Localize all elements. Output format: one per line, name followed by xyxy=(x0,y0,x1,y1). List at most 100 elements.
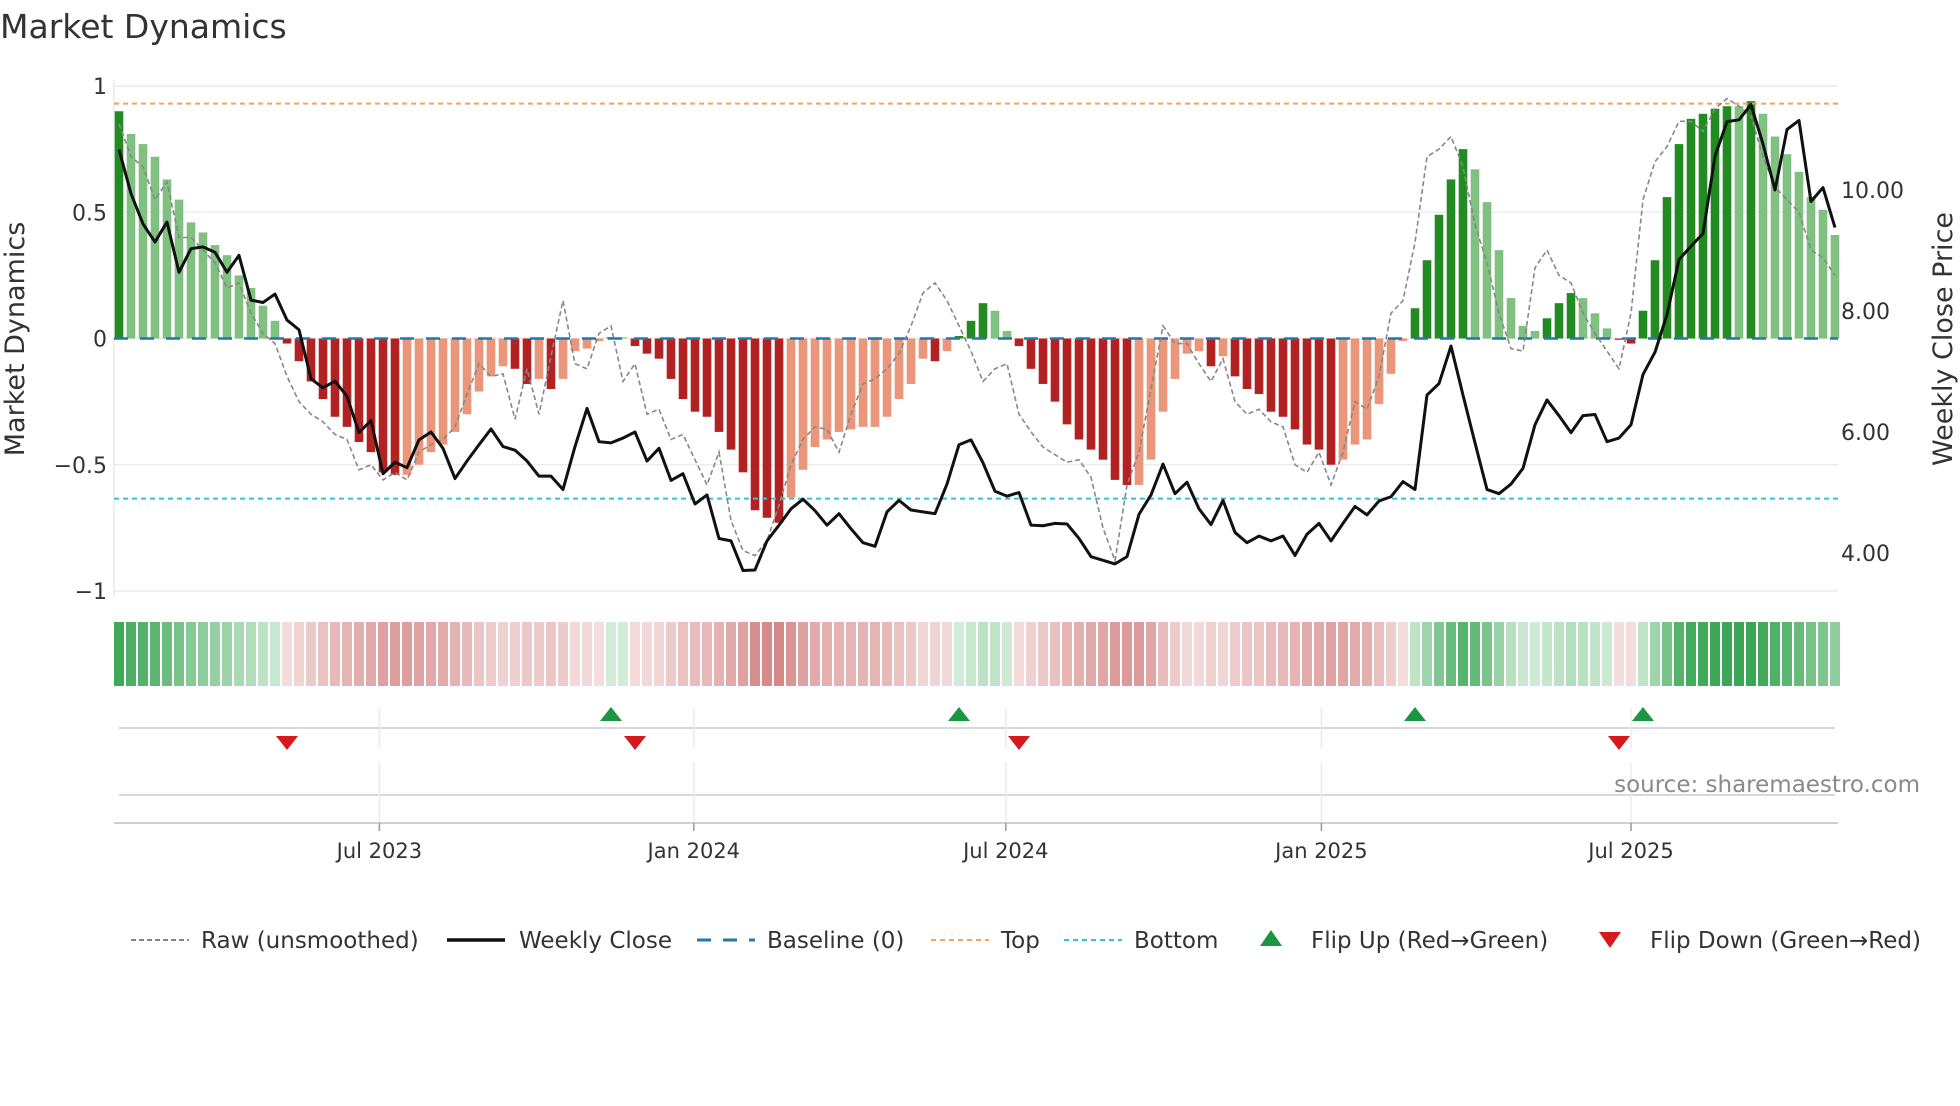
y-tick-label: −1 xyxy=(75,580,107,605)
momentum-bar xyxy=(750,338,760,511)
band-cell xyxy=(558,622,568,686)
band-cell xyxy=(1146,622,1156,686)
legend-label-close: Weekly Close xyxy=(519,928,672,954)
momentum-bar xyxy=(1026,338,1036,369)
momentum-bar xyxy=(1134,338,1144,485)
momentum-bar xyxy=(1362,338,1372,440)
band-cell xyxy=(1170,622,1180,686)
band-cell xyxy=(786,622,796,686)
band-cell xyxy=(1074,622,1084,686)
band-cell xyxy=(810,622,820,686)
band-cell xyxy=(114,622,124,686)
momentum-bar xyxy=(1158,338,1168,412)
band-cell xyxy=(846,622,856,686)
momentum-bar xyxy=(1722,106,1732,339)
band-cell xyxy=(1458,622,1468,686)
y-axis-label-left: Market Dynamics xyxy=(0,222,31,457)
band-cell xyxy=(690,622,700,686)
momentum-bar xyxy=(810,338,820,448)
band-cell xyxy=(798,622,808,686)
band-cell xyxy=(546,622,556,686)
momentum-bar xyxy=(546,338,556,389)
band-cell xyxy=(1710,622,1720,686)
flip-up-marker xyxy=(1404,707,1426,721)
band-cell xyxy=(306,622,316,686)
band-cell xyxy=(1014,622,1024,686)
band-cell xyxy=(1038,622,1048,686)
x-tick-label: Jul 2024 xyxy=(961,839,1048,863)
band-cell xyxy=(1230,622,1240,686)
momentum-bar xyxy=(1638,310,1648,339)
band-cell xyxy=(738,622,748,686)
flip-down-marker xyxy=(1008,736,1030,750)
momentum-bar xyxy=(1650,260,1660,339)
momentum-bar xyxy=(1266,338,1276,412)
band-cell xyxy=(1422,622,1432,686)
band-cell xyxy=(462,622,472,686)
momentum-bar xyxy=(1182,338,1192,354)
band-cell xyxy=(474,622,484,686)
momentum-bar xyxy=(1314,338,1324,450)
band-cell xyxy=(378,622,388,686)
momentum-bar xyxy=(318,338,328,400)
momentum-bar xyxy=(1386,338,1396,374)
momentum-bar xyxy=(150,156,160,339)
momentum-bar xyxy=(378,338,388,473)
momentum-bar xyxy=(1422,260,1432,339)
legend-flip-up-icon xyxy=(1260,930,1282,946)
band-cell xyxy=(186,622,196,686)
band-cell xyxy=(1410,622,1420,686)
band-cell xyxy=(1626,622,1636,686)
momentum-bar xyxy=(510,338,520,369)
regime-color-band xyxy=(114,622,1840,686)
band-cell xyxy=(1794,622,1804,686)
momentum-bar xyxy=(690,338,700,412)
momentum-bar xyxy=(582,338,592,349)
raw-line xyxy=(118,97,1836,564)
band-cell xyxy=(642,622,652,686)
band-cell xyxy=(654,622,664,686)
momentum-bar xyxy=(1254,338,1264,395)
band-cell xyxy=(1722,622,1732,686)
band-cell xyxy=(1050,622,1060,686)
momentum-bar xyxy=(1302,338,1312,445)
momentum-bar xyxy=(1554,303,1564,339)
momentum-bar xyxy=(966,320,976,339)
band-cell xyxy=(1830,622,1840,686)
band-cell xyxy=(1518,622,1528,686)
momentum-bar xyxy=(846,338,856,430)
momentum-bar xyxy=(534,338,544,379)
band-cell xyxy=(1338,622,1348,686)
flip-up-marker xyxy=(1632,707,1654,721)
y-tick-label-right: 8.00 xyxy=(1841,300,1890,325)
legend-label-baseline: Baseline (0) xyxy=(767,928,904,954)
legend-label-top: Top xyxy=(1000,928,1040,954)
band-cell xyxy=(1650,622,1660,686)
momentum-bar xyxy=(1770,136,1780,339)
band-cell xyxy=(774,622,784,686)
momentum-bar xyxy=(1194,338,1204,352)
band-cell xyxy=(198,622,208,686)
band-cell xyxy=(834,622,844,686)
momentum-bar xyxy=(1566,293,1576,339)
momentum-bar xyxy=(126,133,136,339)
band-cell xyxy=(1242,622,1252,686)
band-cell xyxy=(126,622,136,686)
momentum-bar xyxy=(1674,144,1684,339)
band-cell xyxy=(726,622,736,686)
band-cell xyxy=(1434,622,1444,686)
band-cell xyxy=(138,622,148,686)
band-cell xyxy=(354,622,364,686)
momentum-bar xyxy=(114,111,124,339)
momentum-bar xyxy=(390,338,400,475)
band-cell xyxy=(1182,622,1192,686)
chart-title: Market Dynamics xyxy=(0,7,287,46)
y-ticks-right: 10.00 8.00 6.00 4.00 xyxy=(1841,179,1904,567)
band-cell xyxy=(1302,622,1312,686)
flip-down-marker xyxy=(624,736,646,750)
momentum-bar xyxy=(1830,234,1840,339)
momentum-bar xyxy=(1542,318,1552,339)
source-label: source: sharemaestro.com xyxy=(1614,772,1920,798)
momentum-bar xyxy=(942,338,952,352)
band-cell xyxy=(906,622,916,686)
